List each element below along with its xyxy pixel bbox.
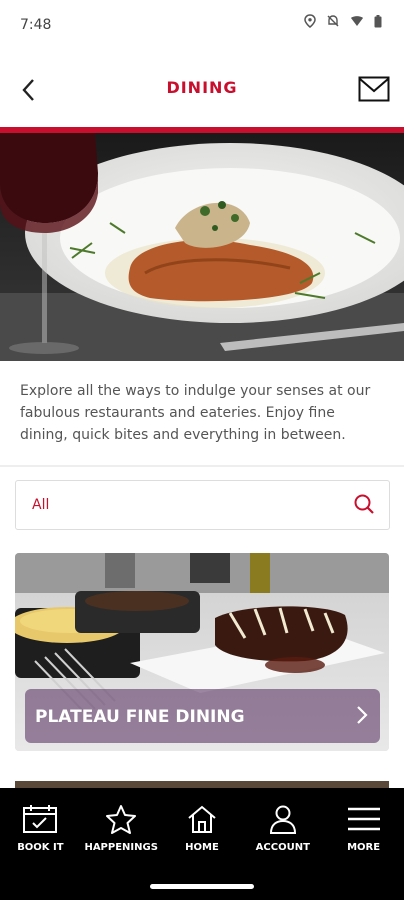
location-icon xyxy=(304,14,316,28)
wifi-icon xyxy=(351,16,363,26)
nav-label: HAPPENINGS xyxy=(84,842,158,853)
page-title: DINING xyxy=(166,78,238,97)
menu-icon xyxy=(347,807,380,831)
status-bar: 7:48 xyxy=(0,0,404,48)
header: DINING xyxy=(0,60,404,118)
card-title: PLATEAU FINE DINING xyxy=(35,707,245,727)
restaurant-card[interactable]: PLATEAU FINE DINING xyxy=(15,553,389,751)
battery-icon xyxy=(374,14,382,27)
hero-image xyxy=(0,133,404,361)
chevron-right-icon xyxy=(354,703,370,732)
nav-happenings[interactable]: HAPPENINGS xyxy=(81,788,162,878)
intro-text: Explore all the ways to indulge your sen… xyxy=(20,383,371,443)
nav-account[interactable]: ACCOUNT xyxy=(242,788,323,878)
filter-value: All xyxy=(32,497,50,513)
nav-more[interactable]: MORE xyxy=(323,788,404,878)
nav-label: MORE xyxy=(347,842,381,853)
home-icon xyxy=(188,805,216,833)
nav-book-it[interactable]: BOOK IT xyxy=(0,788,81,878)
calendar-icon xyxy=(23,805,58,833)
filter-dropdown[interactable]: All xyxy=(15,480,390,530)
account-icon xyxy=(269,805,296,834)
nav-label: ACCOUNT xyxy=(255,842,310,853)
notifications-off-icon xyxy=(327,15,339,27)
mail-button[interactable] xyxy=(356,72,392,106)
search-icon[interactable] xyxy=(353,493,375,520)
card-label: PLATEAU FINE DINING xyxy=(25,689,380,743)
status-icons xyxy=(304,14,382,28)
star-icon xyxy=(106,805,137,834)
nav-label: BOOK IT xyxy=(17,842,64,853)
nav-label: HOME xyxy=(185,842,219,853)
status-time: 7:48 xyxy=(20,17,52,33)
divider xyxy=(0,465,404,467)
home-indicator[interactable] xyxy=(150,884,254,889)
mail-icon xyxy=(358,76,390,102)
nav-home[interactable]: HOME xyxy=(162,788,243,878)
